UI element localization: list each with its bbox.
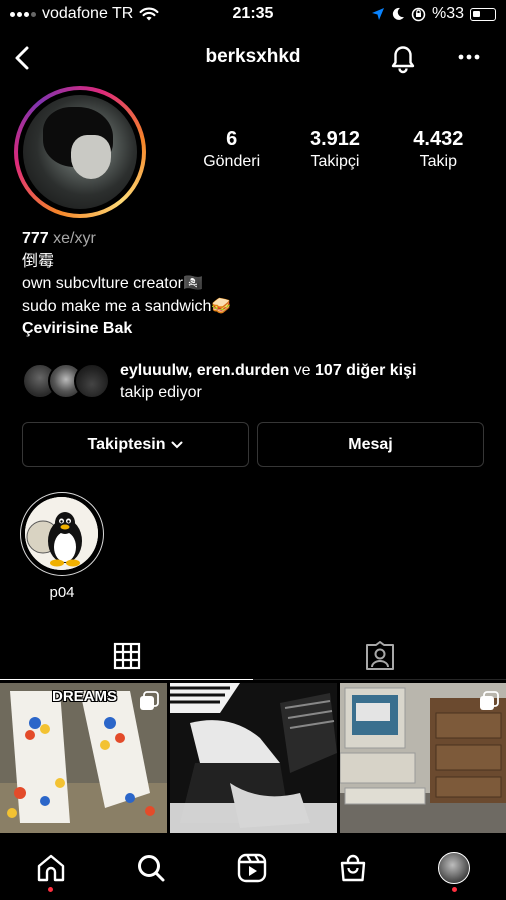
mutual-user: eren.durden (196, 362, 290, 379)
mutual-followers-text: eyluuulw, eren.durden ve 107 diğer kişi … (120, 362, 417, 401)
notification-dot (452, 887, 457, 892)
stat-followers-value: 3.912 (309, 128, 361, 150)
profile-tabs (0, 632, 506, 680)
nav-search[interactable] (131, 848, 171, 888)
tab-tagged[interactable] (253, 632, 506, 680)
notification-dot (48, 887, 53, 892)
post-thumbnail[interactable] (340, 683, 506, 833)
stat-following-value: 4.432 (413, 128, 464, 150)
post-caption-overlay: DREAMS (52, 688, 118, 705)
nav-reels[interactable] (232, 848, 272, 888)
avatar (23, 95, 137, 209)
tab-grid[interactable] (0, 632, 253, 680)
name-line: 777 xe/xyr (22, 228, 492, 251)
penguin-image (25, 497, 98, 570)
avatar (74, 363, 110, 399)
multiple-posts-icon (140, 691, 159, 710)
tagged-person-icon (365, 640, 394, 670)
nav-profile[interactable] (434, 848, 474, 888)
highlight-cover (25, 497, 98, 570)
profile-name: 777 (22, 230, 49, 247)
message-button-label: Mesaj (348, 435, 393, 453)
profile-avatar-story-ring[interactable] (14, 86, 146, 218)
profile-header: berksxhkd (0, 38, 506, 78)
bio-line: sudo make me a sandwich🥪 (22, 297, 232, 315)
multiple-posts-icon (480, 691, 499, 710)
post-thumbnail[interactable]: DREAMS (0, 683, 167, 833)
location-arrow-icon (371, 8, 384, 20)
mutual-others: 107 diğer kişi (315, 362, 417, 379)
message-button[interactable]: Mesaj (257, 422, 484, 467)
profile-stats: 6 Gönderi 3.912 Takipçi 4.432 Takip (180, 128, 490, 171)
stat-posts[interactable]: 6 Gönderi (180, 128, 283, 171)
bottom-navigation (0, 838, 506, 900)
search-icon (138, 855, 165, 882)
profile-bio: 777 xe/xyr 倒霉 own subcvlture creator🏴‍☠️… (22, 228, 492, 341)
following-button[interactable]: Takiptesin (22, 422, 249, 467)
highlight-label: p04 (49, 584, 75, 601)
pronouns: xe/xyr (53, 230, 96, 247)
moon-icon (392, 7, 404, 20)
bio-line: 倒霉 (22, 252, 55, 270)
stat-following[interactable]: 4.432 Takip (387, 128, 490, 171)
bell-icon[interactable] (388, 42, 418, 74)
nav-home[interactable] (31, 848, 71, 888)
battery-percent: %33 (431, 5, 464, 22)
post-thumbnail[interactable] (170, 683, 337, 833)
following-button-label: Takiptesin (87, 435, 166, 453)
rotation-lock-icon (411, 7, 426, 21)
grid-icon (113, 642, 140, 669)
battery-icon (470, 7, 496, 21)
mutual-user: eyluuulw (120, 362, 188, 379)
stat-posts-label: Gönderi (203, 153, 261, 170)
stat-followers-label: Takipçi (310, 153, 360, 170)
status-bar: vodafone TR 21:35 %33 (0, 0, 506, 30)
status-right: %33 (371, 5, 496, 23)
bio-line: own subcvlture creator🏴‍☠️ (22, 275, 203, 292)
home-icon (37, 854, 65, 882)
see-translation-link[interactable]: Çevirisine Bak (22, 318, 492, 341)
story-highlight[interactable] (20, 492, 104, 576)
mutual-followers[interactable]: eyluuulw, eren.durden ve 107 diğer kişi … (22, 360, 492, 406)
stat-followers[interactable]: 3.912 Takipçi (283, 128, 386, 171)
stat-following-label: Takip (419, 153, 457, 170)
post-image-manga (170, 683, 337, 833)
stat-posts-value: 6 (226, 128, 238, 150)
reels-icon (237, 853, 267, 883)
page-title: berksxhkd (205, 46, 301, 67)
nav-shop[interactable] (333, 848, 373, 888)
chevron-down-icon (171, 441, 183, 448)
profile-avatar-icon (438, 852, 470, 884)
shop-bag-icon (340, 854, 366, 882)
posts-grid: DREAMS (0, 683, 506, 833)
more-horizontal-icon[interactable] (456, 44, 482, 70)
